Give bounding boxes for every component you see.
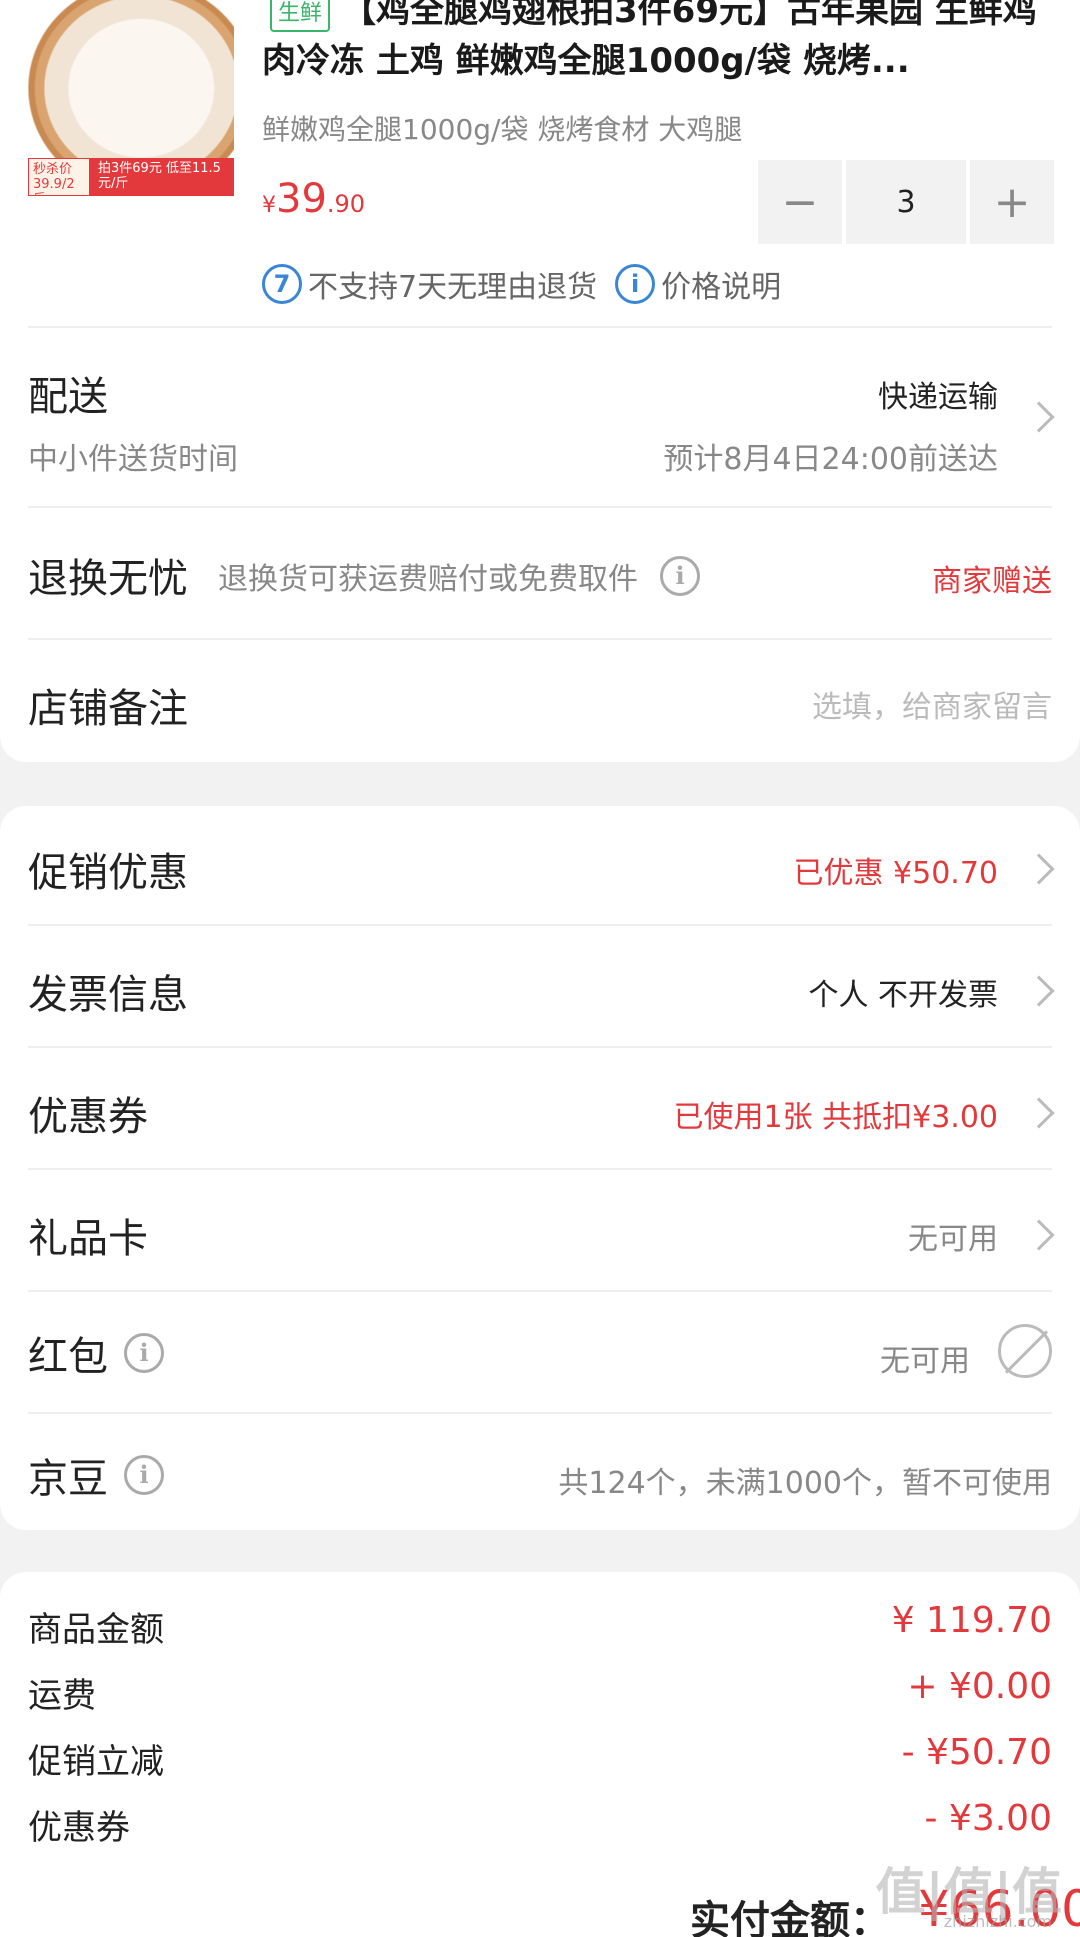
delivery-time-label: 中小件送货时间	[28, 442, 238, 477]
product-price: ¥39.90	[262, 176, 365, 222]
jingdou-title: 京豆	[28, 1456, 108, 1502]
quantity-input[interactable]: 3	[846, 160, 966, 244]
bundle-price-tag: 拍3件69元 低至11.5元/斤	[90, 158, 234, 196]
promo-title: 促销优惠	[28, 850, 188, 896]
jingdou-value: 共124个，未满1000个，暂不可使用	[558, 1466, 1052, 1501]
coupon-discount-label: 优惠券	[28, 1808, 130, 1848]
return-desc-group: 退换货可获运费赔付或免费取件 i	[218, 554, 700, 598]
decrease-quantity-button[interactable]: −	[758, 160, 842, 244]
divider	[28, 1412, 1052, 1414]
promo-discount-label: 促销立减	[28, 1742, 164, 1782]
redpacket-value: 无可用	[880, 1344, 970, 1379]
divider	[28, 326, 1052, 328]
shipping-label: 运费	[28, 1676, 96, 1716]
product-title[interactable]: 【鸡全腿鸡翅根拍3件69元】古年果园 生鲜鸡肉冷冻 土鸡 鲜嫩鸡全腿1000g/…	[262, 0, 1052, 86]
product-spec: 鲜嫩鸡全腿1000g/袋 烧烤食材 大鸡腿	[262, 113, 743, 146]
delivery-eta: 预计8月4日24:00前送达	[663, 442, 998, 477]
divider	[28, 1046, 1052, 1048]
goods-amount-label: 商品金额	[28, 1610, 164, 1650]
divider	[28, 506, 1052, 508]
invoice-title: 发票信息	[28, 972, 188, 1018]
no-return-icon: 7	[262, 264, 302, 304]
redpacket-title-group: 红包 i	[28, 1324, 164, 1382]
redpacket-title: 红包	[28, 1334, 108, 1380]
quantity-stepper: − 3 +	[758, 160, 1054, 244]
coupon-title: 优惠券	[28, 1094, 148, 1140]
info-icon[interactable]: i	[124, 1455, 164, 1495]
delivery-method[interactable]: 快递运输	[878, 372, 998, 416]
promo-discount-value: - ¥50.70	[901, 1732, 1052, 1773]
flash-price-tag: 秒杀价 39.9/2斤	[28, 158, 90, 196]
thumbnail-promo-tag: 秒杀价 39.9/2斤 拍3件69元 低至11.5元/斤	[28, 158, 234, 196]
no-return-text: 不支持7天无理由退货	[308, 270, 598, 305]
disabled-icon	[998, 1324, 1052, 1378]
goods-amount-value: ¥ 119.70	[891, 1600, 1052, 1641]
shipping-value: + ¥0.00	[907, 1666, 1052, 1707]
return-value[interactable]: 商家赠送	[932, 556, 1052, 600]
fresh-badge: 生鲜	[270, 0, 330, 32]
jingdou-title-group: 京豆 i	[28, 1446, 164, 1504]
promo-value[interactable]: 已优惠 ¥50.70	[793, 848, 998, 892]
price-integer: 39	[276, 176, 327, 222]
total-label: 实付金额：	[690, 1898, 890, 1937]
info-icon[interactable]: i	[615, 264, 656, 304]
divider	[28, 638, 1052, 640]
coupon-discount-value: - ¥3.00	[924, 1798, 1053, 1839]
info-icon[interactable]: i	[660, 556, 700, 596]
divider	[28, 924, 1052, 926]
delivery-title: 配送	[28, 374, 108, 420]
chevron-right-icon[interactable]	[1023, 1219, 1055, 1251]
product-thumbnail[interactable]: 秒杀价 39.9/2斤 拍3件69元 低至11.5元/斤	[28, 0, 234, 196]
chevron-right-icon[interactable]	[1023, 1097, 1055, 1129]
product-notes: 7 不支持7天无理由退货 i 价格说明	[262, 262, 781, 306]
giftcard-title: 礼品卡	[28, 1216, 148, 1262]
divider	[28, 1290, 1052, 1292]
return-desc: 退换货可获运费赔付或免费取件	[218, 562, 638, 597]
return-title: 退换无忧	[28, 556, 188, 602]
order-options-card: 促销优惠 已优惠 ¥50.70 发票信息 个人 不开发票 优惠券 已使用1张 共…	[0, 806, 1080, 1530]
info-icon[interactable]: i	[124, 1333, 164, 1373]
divider	[28, 1168, 1052, 1170]
price-decimal: .90	[326, 190, 366, 218]
price-symbol: ¥	[262, 193, 276, 218]
chevron-right-icon[interactable]	[1023, 975, 1055, 1007]
invoice-value[interactable]: 个人 不开发票	[808, 970, 998, 1014]
price-explain-link[interactable]: 价格说明	[661, 262, 781, 306]
order-item-card: 秒杀价 39.9/2斤 拍3件69元 低至11.5元/斤 【鸡全腿鸡翅根拍3件6…	[0, 0, 1080, 762]
increase-quantity-button[interactable]: +	[970, 160, 1054, 244]
remark-title: 店铺备注	[28, 686, 188, 732]
remark-input[interactable]: 选填，给商家留言	[812, 682, 1052, 726]
giftcard-value[interactable]: 无可用	[908, 1214, 998, 1258]
coupon-value[interactable]: 已使用1张 共抵扣¥3.00	[673, 1092, 998, 1136]
watermark-url: zhizhizhi.com	[943, 1912, 1052, 1931]
chevron-right-icon[interactable]	[1023, 853, 1055, 885]
chevron-right-icon[interactable]	[1023, 401, 1055, 433]
